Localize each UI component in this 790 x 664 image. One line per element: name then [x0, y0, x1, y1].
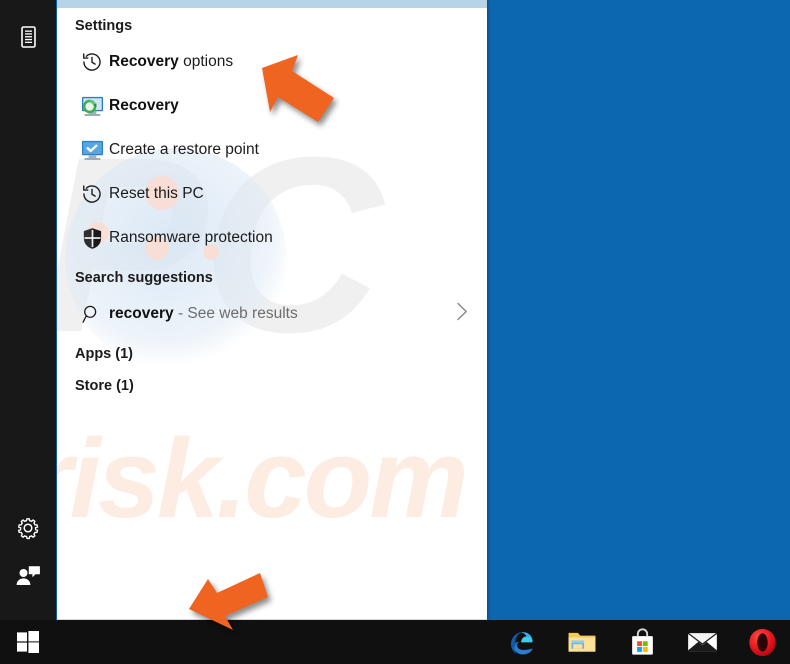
- result-label: Reset this PC: [109, 185, 204, 203]
- file-explorer-icon[interactable]: [552, 620, 612, 664]
- result-row-ransomware-protection[interactable]: Ransomware protection: [57, 216, 487, 260]
- result-label-bold: Recovery: [109, 97, 179, 114]
- result-label-rest: Create a restore point: [109, 141, 259, 158]
- group-header-search-suggestions: Search suggestions: [75, 270, 213, 286]
- opera-icon[interactable]: [732, 620, 790, 664]
- recovery-monitor-icon: [75, 91, 109, 121]
- restore-point-monitor-icon: [75, 135, 109, 165]
- result-label-rest: Reset this PC: [109, 185, 204, 202]
- result-row-reset-this-pc[interactable]: Reset this PC: [57, 172, 487, 216]
- clock-history-icon: [75, 47, 109, 77]
- expand-list-icon[interactable]: [0, 14, 56, 60]
- chevron-right-icon[interactable]: [456, 302, 469, 327]
- result-label: Recovery: [109, 97, 179, 115]
- result-label-bold: recovery: [109, 305, 174, 322]
- group-header-settings: Settings: [75, 18, 133, 34]
- result-label-rest: Ransomware protection: [109, 229, 273, 246]
- result-label: Ransomware protection: [109, 229, 273, 247]
- arrow-pointing-search-box: [186, 572, 270, 639]
- account-icon[interactable]: [0, 553, 56, 599]
- watermark-risk: risk.com: [57, 416, 469, 541]
- group-header-apps: Apps (1): [75, 346, 133, 362]
- group-header-store: Store (1): [75, 378, 134, 394]
- gear-icon[interactable]: [0, 505, 56, 551]
- shield-icon: [75, 223, 109, 253]
- result-label: Create a restore point: [109, 141, 259, 159]
- result-label: recovery - See web results: [109, 305, 298, 323]
- mail-icon[interactable]: [672, 620, 732, 664]
- result-label: Recovery options: [109, 53, 233, 71]
- result-label-rest: - See web results: [173, 305, 298, 322]
- taskbar-pinned-items: [492, 620, 790, 664]
- edge-icon[interactable]: [492, 620, 552, 664]
- windows-start-button[interactable]: [0, 620, 56, 664]
- panel-top-strip: [57, 0, 487, 8]
- result-label-rest: options: [178, 53, 234, 70]
- arrow-pointing-recovery-options: [256, 52, 340, 133]
- result-row-web-suggestion[interactable]: recovery - See web results: [57, 292, 487, 336]
- taskbar: [0, 620, 790, 664]
- result-row-create-a-restore-point[interactable]: Create a restore point: [57, 128, 487, 172]
- start-menu-left-rail: [0, 0, 56, 622]
- result-label-bold: Recovery: [109, 53, 179, 70]
- screen: PC risk.com Settings Recovery options Re…: [0, 0, 790, 664]
- microsoft-store-icon[interactable]: [612, 620, 672, 664]
- search-icon: [75, 299, 109, 329]
- clock-history-icon: [75, 179, 109, 209]
